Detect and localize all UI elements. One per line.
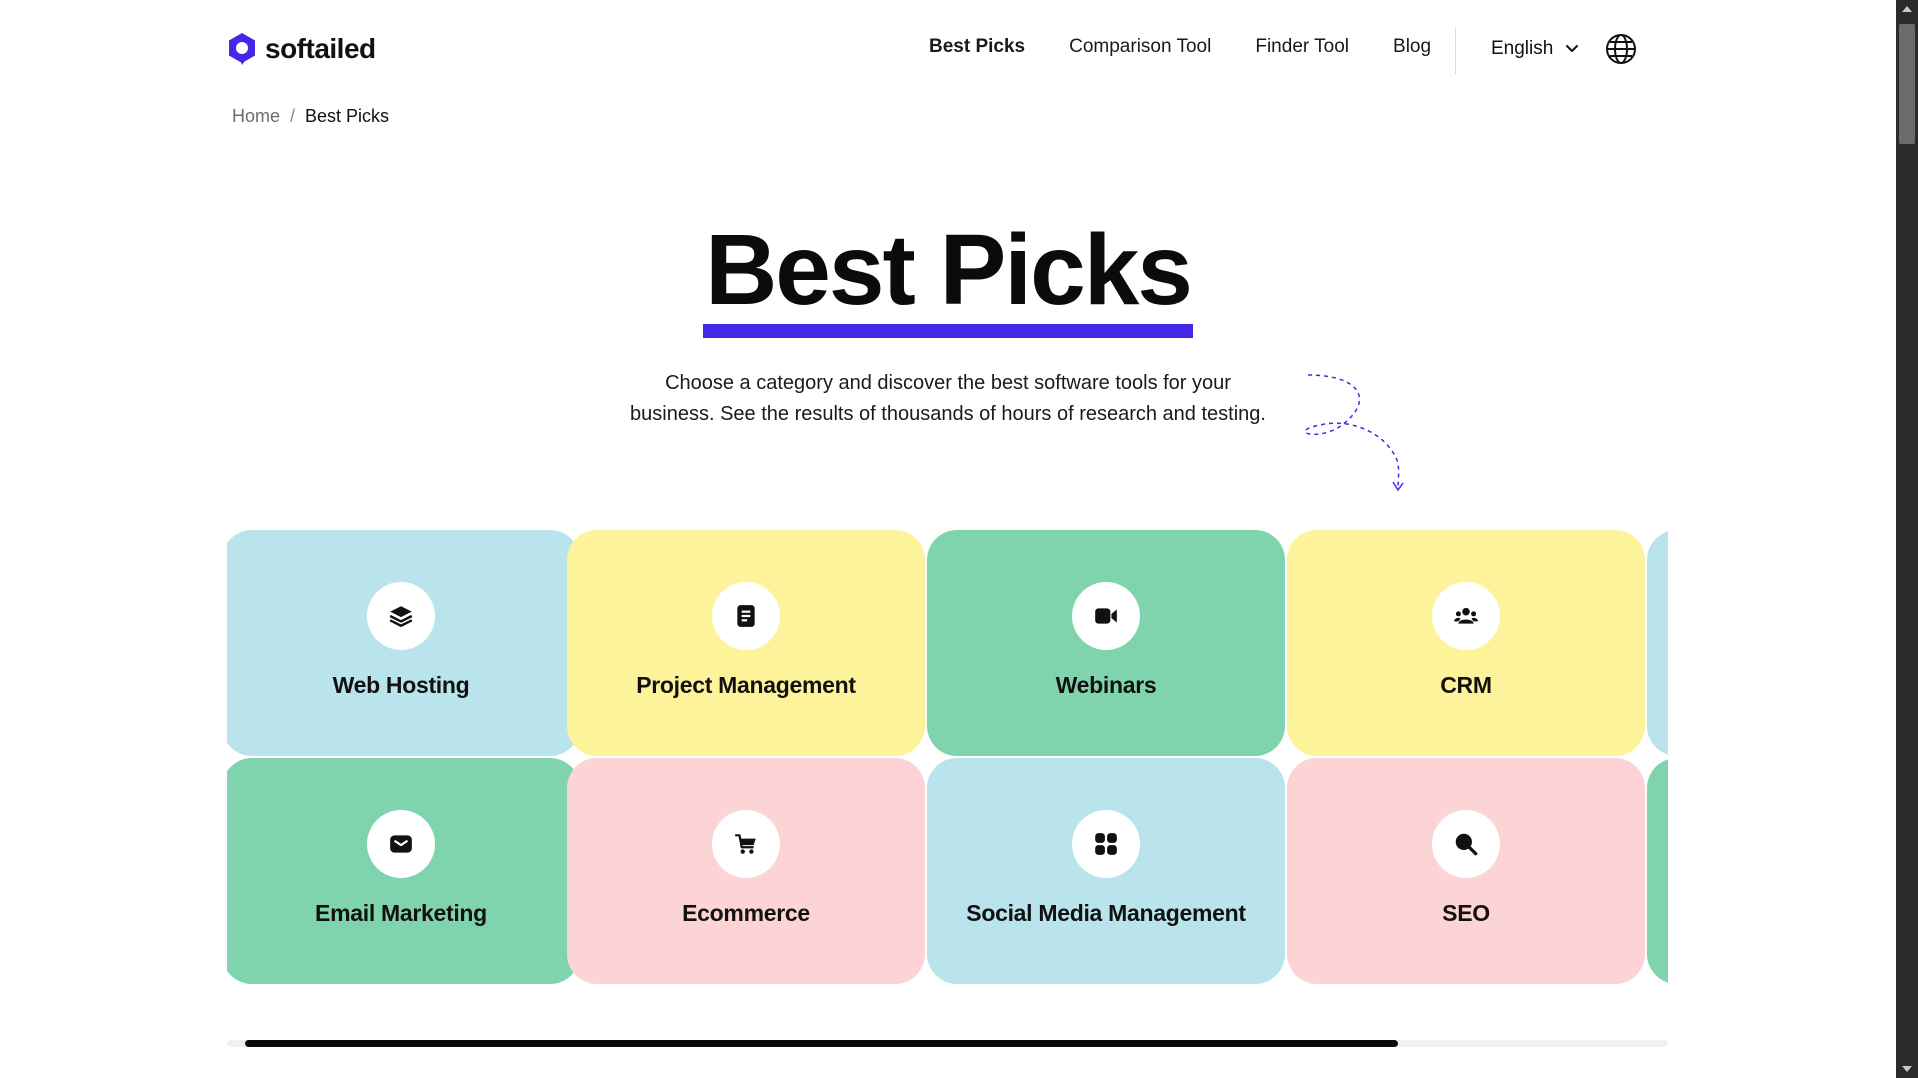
- category-carousel[interactable]: Web Hosting Project Management Webinars …: [227, 530, 1668, 984]
- brand-logo[interactable]: softailed: [227, 32, 376, 66]
- category-card-partial[interactable]: [1647, 530, 1668, 756]
- main-nav: Best Picks Comparison Tool Finder Tool B…: [929, 36, 1475, 58]
- page-scrollbar-thumb[interactable]: [1899, 24, 1915, 144]
- category-card-project-management[interactable]: Project Management: [567, 530, 925, 756]
- card-icon-badge: [1432, 810, 1500, 878]
- card-icon-badge: [712, 582, 780, 650]
- category-card-webinars[interactable]: Webinars: [927, 530, 1285, 756]
- category-card-crm[interactable]: CRM: [1287, 530, 1645, 756]
- page-title-text: Best Picks: [705, 214, 1193, 326]
- title-underline: [703, 324, 1193, 338]
- category-card-web-hosting[interactable]: Web Hosting: [227, 530, 580, 756]
- globe-icon[interactable]: [1605, 33, 1637, 65]
- hero-description: Choose a category and discover the best …: [0, 368, 1896, 430]
- apps-grid-icon: [1095, 833, 1117, 855]
- page: softailed Best Picks Comparison Tool Fin…: [0, 0, 1918, 1078]
- hero-title-container: Best Picks: [0, 220, 1896, 338]
- hero-description-line-2: business. See the results of thousands o…: [630, 403, 1266, 425]
- category-card-ecommerce[interactable]: Ecommerce: [567, 758, 925, 984]
- nav-blog[interactable]: Blog: [1393, 36, 1431, 58]
- scroll-down-arrow-icon[interactable]: [1902, 1066, 1912, 1072]
- page-title: Best Picks: [703, 220, 1193, 338]
- nav-best-picks[interactable]: Best Picks: [929, 36, 1025, 58]
- category-card-partial[interactable]: [1647, 758, 1668, 984]
- category-label: Project Management: [636, 672, 856, 698]
- card-icon-badge: [1432, 582, 1500, 650]
- breadcrumb-separator: /: [290, 106, 296, 126]
- category-label: CRM: [1440, 672, 1492, 698]
- brand-name: softailed: [265, 33, 376, 64]
- nav-finder-tool[interactable]: Finder Tool: [1255, 36, 1349, 58]
- cart-icon: [735, 834, 756, 854]
- category-label: Email Marketing: [315, 900, 487, 926]
- card-icon-badge: [1072, 810, 1140, 878]
- nav-divider: [1455, 28, 1456, 74]
- category-label: SEO: [1442, 900, 1490, 926]
- category-label: Webinars: [1055, 672, 1157, 698]
- video-camera-icon: [1095, 608, 1117, 624]
- breadcrumb-home-link[interactable]: Home: [232, 106, 280, 127]
- category-card-seo[interactable]: SEO: [1287, 758, 1645, 984]
- language-label: English: [1491, 38, 1554, 59]
- language-selector[interactable]: English: [1491, 38, 1579, 60]
- scroll-up-arrow-icon[interactable]: [1902, 6, 1912, 12]
- category-card-email-marketing[interactable]: Email Marketing: [227, 758, 580, 984]
- users-icon: [1454, 607, 1478, 624]
- layers-icon: [389, 606, 413, 627]
- logo-mark-icon: [229, 33, 255, 65]
- chevron-down-icon: [1566, 45, 1579, 52]
- envelope-icon: [390, 835, 412, 853]
- breadcrumb: Home / Best Picks: [232, 106, 389, 127]
- hero-description-line-1: Choose a category and discover the best …: [665, 372, 1231, 394]
- carousel-scrollbar-thumb[interactable]: [245, 1040, 1398, 1047]
- nav-comparison-tool[interactable]: Comparison Tool: [1069, 36, 1211, 58]
- category-label: Web Hosting: [332, 672, 470, 698]
- document-icon: [737, 605, 755, 627]
- category-card-social-media-management[interactable]: Social Media Management: [927, 758, 1285, 984]
- page-scrollbar[interactable]: [1896, 0, 1918, 1078]
- card-icon-badge: [367, 810, 435, 878]
- carousel-scrollbar-track[interactable]: [227, 1040, 1668, 1047]
- breadcrumb-current: Best Picks: [305, 106, 390, 126]
- search-icon: [1455, 833, 1478, 856]
- decorative-squiggle-arrow: [1304, 374, 1404, 492]
- category-label: Social Media Management: [966, 900, 1246, 926]
- card-icon-badge: [367, 582, 435, 650]
- card-icon-badge: [712, 810, 780, 878]
- card-icon-badge: [1072, 582, 1140, 650]
- category-label: Ecommerce: [682, 900, 810, 926]
